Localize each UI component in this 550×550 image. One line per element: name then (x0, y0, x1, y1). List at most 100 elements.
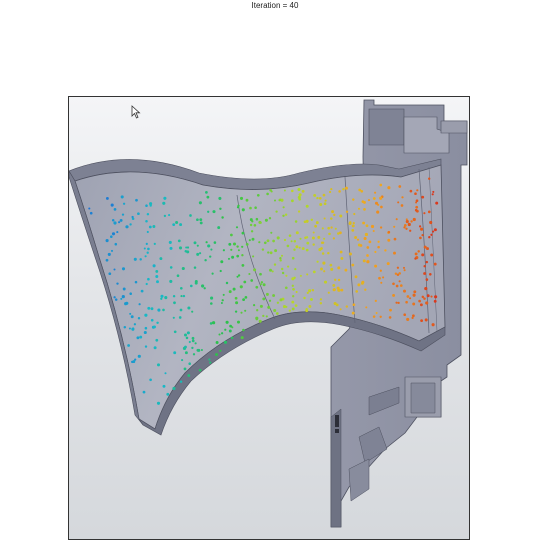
particle (152, 225, 156, 228)
particle (194, 280, 198, 283)
particle (188, 340, 191, 344)
particle (144, 326, 148, 330)
particle (129, 312, 132, 315)
particle (132, 360, 136, 364)
particle (434, 295, 438, 299)
particle (136, 336, 140, 340)
particle (241, 245, 244, 248)
particle (376, 210, 380, 214)
particle (431, 193, 434, 196)
particle (150, 307, 154, 311)
particle (218, 196, 222, 200)
particle (428, 177, 431, 180)
particle (279, 298, 283, 302)
particle (153, 346, 157, 350)
particle (388, 316, 392, 319)
particle (255, 316, 259, 320)
particle (114, 298, 118, 301)
particle (303, 296, 306, 300)
particle (372, 229, 375, 233)
particle (256, 193, 260, 197)
particle (273, 263, 277, 266)
particle (362, 259, 366, 263)
particle (249, 206, 252, 210)
particle (316, 260, 319, 263)
particle (435, 201, 439, 205)
particle (400, 204, 404, 207)
particle (293, 239, 297, 243)
graphics-viewport[interactable] (68, 96, 470, 540)
particle (337, 278, 341, 282)
particle (232, 242, 237, 246)
particle (414, 208, 418, 212)
particle (403, 226, 406, 229)
particle (145, 220, 148, 223)
particle (380, 281, 383, 284)
particle (221, 299, 224, 302)
particle (160, 297, 163, 300)
particle (253, 268, 257, 272)
particle (305, 219, 309, 223)
particle (291, 307, 295, 311)
particle (397, 201, 400, 204)
particle (184, 333, 187, 337)
particle (228, 329, 232, 333)
particle (379, 269, 382, 272)
particle (205, 191, 208, 194)
particle (156, 321, 159, 325)
particle (317, 235, 321, 239)
particle (251, 220, 254, 223)
particle (260, 281, 264, 284)
particle (423, 264, 426, 268)
particle (125, 225, 129, 229)
particle (178, 316, 182, 319)
particle (291, 284, 294, 287)
particle (366, 246, 370, 249)
particle (357, 283, 361, 287)
particle (139, 258, 142, 261)
particle (405, 220, 409, 224)
particle (276, 236, 280, 240)
particle (132, 327, 135, 330)
particle (313, 193, 317, 197)
particle (387, 186, 391, 190)
particle (375, 312, 378, 314)
particle (162, 201, 166, 205)
particle (377, 240, 380, 243)
particle (209, 322, 213, 325)
particle (412, 314, 415, 318)
particle (310, 297, 313, 301)
particle (372, 197, 376, 200)
particle (188, 362, 191, 365)
particle (185, 336, 189, 340)
particle (164, 372, 167, 375)
particle (299, 237, 302, 240)
particle (237, 274, 241, 277)
particle (127, 344, 130, 347)
particle (254, 206, 257, 209)
particle (186, 250, 190, 254)
particle (420, 227, 424, 231)
particle (131, 217, 135, 220)
particle (147, 277, 150, 281)
particle (305, 248, 309, 252)
particle (268, 217, 272, 220)
particle (335, 303, 339, 307)
particle (305, 236, 309, 239)
particle (269, 268, 272, 272)
particle (321, 227, 324, 230)
particle (323, 202, 327, 206)
particle (172, 294, 176, 298)
particle (374, 201, 379, 205)
particle (279, 257, 282, 260)
particle (196, 252, 200, 256)
particle (107, 252, 111, 256)
particle (392, 293, 396, 297)
particle (215, 341, 219, 344)
particle (265, 292, 269, 296)
particle (156, 401, 161, 405)
particle (244, 296, 248, 299)
particle (387, 238, 391, 242)
particle (405, 300, 408, 304)
particle (417, 250, 420, 253)
